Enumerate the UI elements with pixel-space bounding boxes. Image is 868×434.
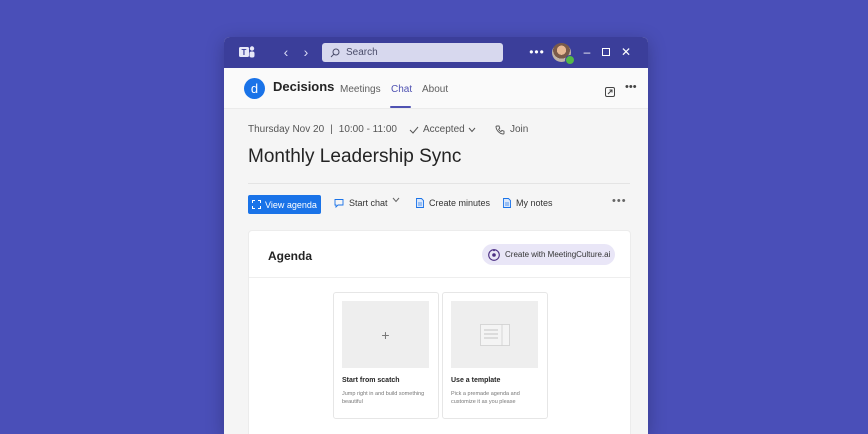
option-description: Jump right in and build something beauti… (342, 391, 425, 405)
start-chat-label: Start chat (349, 198, 388, 208)
meeting-details: Thursday Nov 20 | 10:00 - 11:00 Accepted… (224, 108, 648, 434)
search-input[interactable]: Search (322, 43, 503, 62)
forward-arrow-icon[interactable]: › (299, 44, 313, 60)
option-thumbnail (451, 301, 538, 368)
option-title: Start from scatch (342, 377, 400, 384)
tab-about[interactable]: About (422, 84, 448, 95)
meeting-datetime: Thursday Nov 20 | 10:00 - 11:00 (248, 124, 397, 135)
back-arrow-icon[interactable]: ‹ (279, 44, 293, 60)
rsvp-status: Accepted (423, 124, 465, 135)
plus-icon: + (381, 326, 390, 343)
app-header: d Decisions Meetings Chat About ••• (224, 68, 648, 109)
close-icon[interactable]: ✕ (620, 45, 632, 59)
notes-icon (503, 198, 511, 208)
teams-logo-icon: T (239, 45, 255, 60)
meeting-toolbar: View agenda Start chat Create minutes My… (248, 195, 630, 214)
view-agenda-button[interactable]: View agenda (248, 195, 321, 214)
my-notes-label: My notes (516, 198, 553, 208)
search-icon (330, 48, 340, 57)
teams-window: T ‹ › Search ••• – ✕ d Decisions Meeting… (224, 37, 648, 434)
create-with-ai-label: Create with MeetingCulture.ai (505, 250, 611, 259)
meeting-date: Thursday Nov 20 (248, 124, 325, 135)
start-chat-dropdown[interactable] (392, 197, 400, 203)
more-options-icon[interactable]: ••• (625, 81, 637, 93)
app-title: Decisions (273, 79, 335, 94)
meeting-title: Monthly Leadership Sync (248, 146, 462, 167)
option-title: Use a template (451, 377, 501, 384)
my-notes-button[interactable]: My notes (503, 198, 553, 208)
divider (248, 183, 630, 184)
search-placeholder: Search (346, 47, 378, 58)
chat-bubble-icon (334, 199, 344, 208)
join-label: Join (510, 124, 529, 135)
more-options-icon[interactable]: ••• (529, 45, 545, 59)
chevron-down-icon (392, 197, 400, 203)
meeting-time: 10:00 - 11:00 (338, 124, 397, 135)
meetingculture-logo-icon (488, 248, 500, 261)
agenda-title: Agenda (268, 249, 313, 263)
presence-available-icon (565, 55, 575, 65)
maximize-icon[interactable] (600, 46, 612, 58)
svg-text:T: T (242, 48, 247, 57)
create-minutes-button[interactable]: Create minutes (416, 198, 490, 208)
chevron-down-icon (468, 127, 476, 132)
minimize-icon[interactable]: – (581, 45, 593, 59)
join-button[interactable]: Join (495, 124, 528, 135)
use-template-option[interactable]: Use a template Pick a premade agenda and… (442, 292, 548, 419)
create-with-ai-button[interactable]: Create with MeetingCulture.ai (482, 244, 615, 265)
template-icon (479, 323, 510, 346)
phone-icon (495, 125, 505, 134)
divider (249, 277, 630, 278)
rsvp-dropdown[interactable]: Accepted (409, 124, 476, 135)
decisions-app-icon: d (244, 78, 265, 99)
title-bar: T ‹ › Search ••• – ✕ (224, 37, 648, 68)
agenda-card: Agenda Create with MeetingCulture.ai + S… (248, 230, 631, 434)
more-options-icon[interactable]: ••• (612, 195, 627, 207)
document-icon (416, 198, 424, 208)
option-thumbnail: + (342, 301, 429, 368)
popout-icon[interactable] (605, 84, 615, 97)
checkmark-icon (409, 126, 419, 134)
meta-separator: | (330, 124, 333, 135)
option-description: Pick a premade agenda and customize it a… (451, 391, 520, 405)
start-chat-button[interactable]: Start chat (334, 198, 388, 208)
create-minutes-label: Create minutes (429, 198, 491, 208)
tab-chat[interactable]: Chat (391, 84, 412, 95)
start-from-scratch-option[interactable]: + Start from scatch Jump right in and bu… (333, 292, 439, 419)
tab-meetings[interactable]: Meetings (340, 84, 381, 95)
expand-icon (252, 200, 262, 209)
view-agenda-label: View agenda (265, 199, 317, 210)
